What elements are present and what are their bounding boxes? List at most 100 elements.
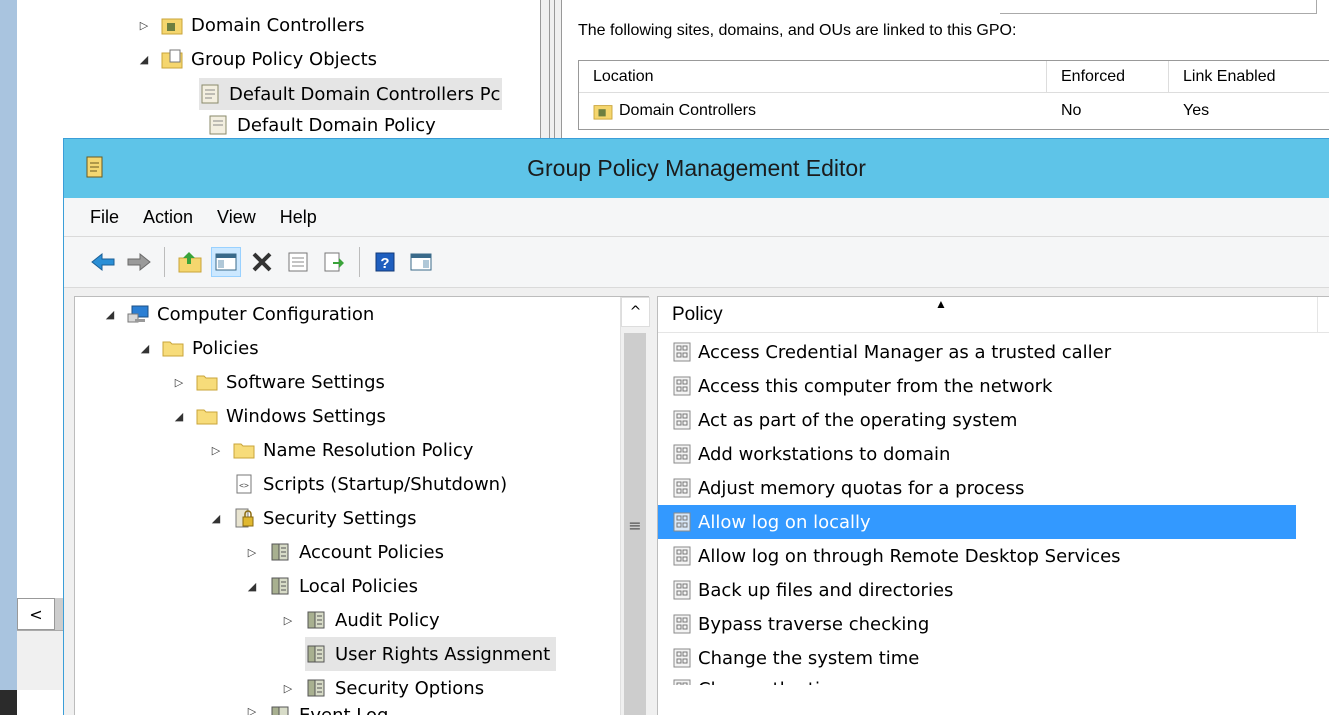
column-policy-label: Policy bbox=[672, 304, 723, 325]
collapse-icon[interactable]: ◢ bbox=[137, 53, 151, 66]
collapse-icon[interactable]: ◢ bbox=[245, 580, 259, 593]
policy-name: Change the time zone bbox=[698, 679, 897, 685]
policy-setting-icon bbox=[673, 410, 691, 430]
tree-label: Computer Configuration bbox=[157, 303, 375, 325]
tree-item-scripts[interactable]: <> Scripts (Startup/Shutdown) bbox=[233, 467, 507, 501]
expand-icon[interactable]: ▷ bbox=[209, 444, 223, 457]
list-item[interactable]: Allow log on locally bbox=[658, 505, 1296, 539]
collapse-icon[interactable]: ◢ bbox=[138, 342, 152, 355]
policy-setting-icon bbox=[673, 580, 691, 600]
menu-bar: File Action View Help bbox=[64, 198, 1329, 236]
policy-setting-icon bbox=[673, 478, 691, 498]
list-item[interactable]: Access Credential Manager as a trusted c… bbox=[658, 335, 1296, 369]
bg-tree-label: Default Domain Policy bbox=[237, 114, 436, 136]
show-hide-tree-button[interactable] bbox=[211, 247, 241, 277]
bg-tree-item-default-dc-policy[interactable]: Default Domain Controllers Pc bbox=[199, 78, 503, 110]
column-location[interactable]: Location bbox=[579, 61, 1047, 93]
tree-label: Local Policies bbox=[299, 575, 418, 597]
list-item[interactable]: Act as part of the operating system bbox=[658, 403, 1296, 437]
forward-button[interactable] bbox=[124, 247, 154, 277]
tree-label: Security Settings bbox=[263, 507, 417, 529]
menu-help[interactable]: Help bbox=[280, 207, 317, 228]
tree-item-security-settings[interactable]: ◢ Security Settings bbox=[209, 501, 417, 535]
list-item[interactable]: Change the system time bbox=[658, 641, 1296, 675]
tree-label: Name Resolution Policy bbox=[263, 439, 474, 461]
policy-setting-icon bbox=[673, 512, 691, 532]
tree-label: Scripts (Startup/Shutdown) bbox=[263, 473, 508, 495]
collapse-icon[interactable]: ◢ bbox=[103, 308, 117, 321]
forward-icon bbox=[127, 252, 151, 272]
console-tree[interactable]: ◢ Computer Configuration ◢ Policies ▷ So… bbox=[74, 296, 650, 715]
expand-icon[interactable]: ▷ bbox=[245, 546, 259, 559]
up-one-level-button[interactable] bbox=[175, 247, 205, 277]
policy-name: Adjust memory quotas for a process bbox=[698, 477, 1025, 499]
column-link-enabled[interactable]: Link Enabled bbox=[1169, 61, 1329, 93]
background-status-area bbox=[17, 630, 67, 690]
menu-file[interactable]: File bbox=[90, 207, 119, 228]
toolbar-separator bbox=[164, 247, 165, 277]
tree-item-user-rights-assignment[interactable]: User Rights Assignment bbox=[305, 637, 557, 671]
tree-item-account-policies[interactable]: ▷ Account Policies bbox=[245, 535, 444, 569]
expand-icon[interactable]: ▷ bbox=[281, 614, 295, 627]
help-icon: ? bbox=[375, 252, 395, 272]
delete-button[interactable] bbox=[247, 247, 277, 277]
scroll-thumb[interactable]: ≡ bbox=[624, 333, 646, 715]
menu-view[interactable]: View bbox=[217, 207, 256, 228]
policy-book-icon bbox=[271, 706, 289, 715]
export-list-button[interactable] bbox=[319, 247, 349, 277]
bg-tree-item-default-domain-policy[interactable]: Default Domain Policy bbox=[207, 112, 436, 138]
tree-item-policies[interactable]: ◢ Policies bbox=[138, 331, 259, 365]
expand-icon[interactable]: ▷ bbox=[281, 682, 295, 695]
links-table: Location Enforced Link Enabled Domain Co… bbox=[578, 60, 1329, 130]
title-bar[interactable]: Group Policy Management Editor bbox=[64, 139, 1329, 198]
tree-item-security-options[interactable]: ▷ Security Options bbox=[281, 671, 484, 705]
list-item[interactable]: Allow log on through Remote Desktop Serv… bbox=[658, 539, 1296, 573]
help-button[interactable]: ? bbox=[370, 247, 400, 277]
column-policy[interactable]: Policy bbox=[658, 297, 1318, 333]
expand-icon[interactable]: ▷ bbox=[245, 705, 259, 715]
tree-item-windows-settings[interactable]: ◢ Windows Settings bbox=[172, 399, 386, 433]
show-action-pane-button[interactable] bbox=[406, 247, 436, 277]
list-header: Policy ▲ bbox=[658, 297, 1329, 333]
menu-action[interactable]: Action bbox=[143, 207, 193, 228]
collapse-icon[interactable]: ◢ bbox=[209, 512, 223, 525]
enforced-value: No bbox=[1061, 102, 1082, 119]
tree-label: Account Policies bbox=[299, 541, 444, 563]
list-item[interactable]: Change the time zone bbox=[658, 675, 1296, 685]
expand-icon[interactable]: ▷ bbox=[172, 376, 186, 389]
tree-item-event-log[interactable]: ▷ Event Log bbox=[245, 705, 388, 715]
list-item[interactable]: Bypass traverse checking bbox=[658, 607, 1296, 641]
collapse-icon[interactable]: ◢ bbox=[172, 410, 186, 423]
back-icon bbox=[91, 252, 115, 272]
export-list-icon bbox=[324, 252, 344, 272]
gpme-window: Group Policy Management Editor File Acti… bbox=[63, 138, 1329, 715]
bg-tree-item-domain-controllers[interactable]: ▷ Domain Controllers bbox=[137, 9, 365, 41]
bg-tree-item-group-policy-objects[interactable]: ◢ Group Policy Objects bbox=[137, 43, 377, 75]
links-table-header: Location Enforced Link Enabled bbox=[579, 61, 1329, 93]
policy-list[interactable]: Policy ▲ Access Credential Manager as a … bbox=[657, 296, 1329, 715]
bg-tree-label: Default Domain Controllers Pc bbox=[229, 83, 501, 105]
policy-name: Bypass traverse checking bbox=[698, 613, 930, 635]
gpo-folder-icon bbox=[161, 49, 183, 69]
list-item[interactable]: Add workstations to domain bbox=[658, 437, 1296, 471]
back-button[interactable] bbox=[88, 247, 118, 277]
list-item[interactable]: Back up files and directories bbox=[658, 573, 1296, 607]
scroll-up-button[interactable]: ^ bbox=[621, 297, 650, 327]
properties-button[interactable] bbox=[283, 247, 313, 277]
tree-item-computer-configuration[interactable]: ◢ Computer Configuration bbox=[103, 297, 375, 331]
list-item[interactable]: Access this computer from the network bbox=[658, 369, 1296, 403]
policy-setting-icon bbox=[673, 614, 691, 634]
tree-item-local-policies[interactable]: ◢ Local Policies bbox=[245, 569, 418, 603]
tree-vertical-scrollbar[interactable]: ^ ≡ bbox=[620, 297, 650, 715]
location-cell: Domain Controllers bbox=[579, 95, 1047, 127]
expand-icon[interactable]: ▷ bbox=[137, 19, 151, 32]
tree-item-software-settings[interactable]: ▷ Software Settings bbox=[172, 365, 385, 399]
background-left-strip bbox=[0, 0, 17, 715]
tree-item-name-resolution-policy[interactable]: ▷ Name Resolution Policy bbox=[209, 433, 474, 467]
tree-label: Windows Settings bbox=[226, 405, 386, 427]
tree-item-audit-policy[interactable]: ▷ Audit Policy bbox=[281, 603, 440, 637]
list-item[interactable]: Adjust memory quotas for a process bbox=[658, 471, 1296, 505]
scroll-left-button[interactable]: < bbox=[17, 598, 55, 630]
column-enforced[interactable]: Enforced bbox=[1047, 61, 1169, 93]
table-row[interactable]: Domain Controllers No Yes bbox=[579, 95, 1329, 127]
